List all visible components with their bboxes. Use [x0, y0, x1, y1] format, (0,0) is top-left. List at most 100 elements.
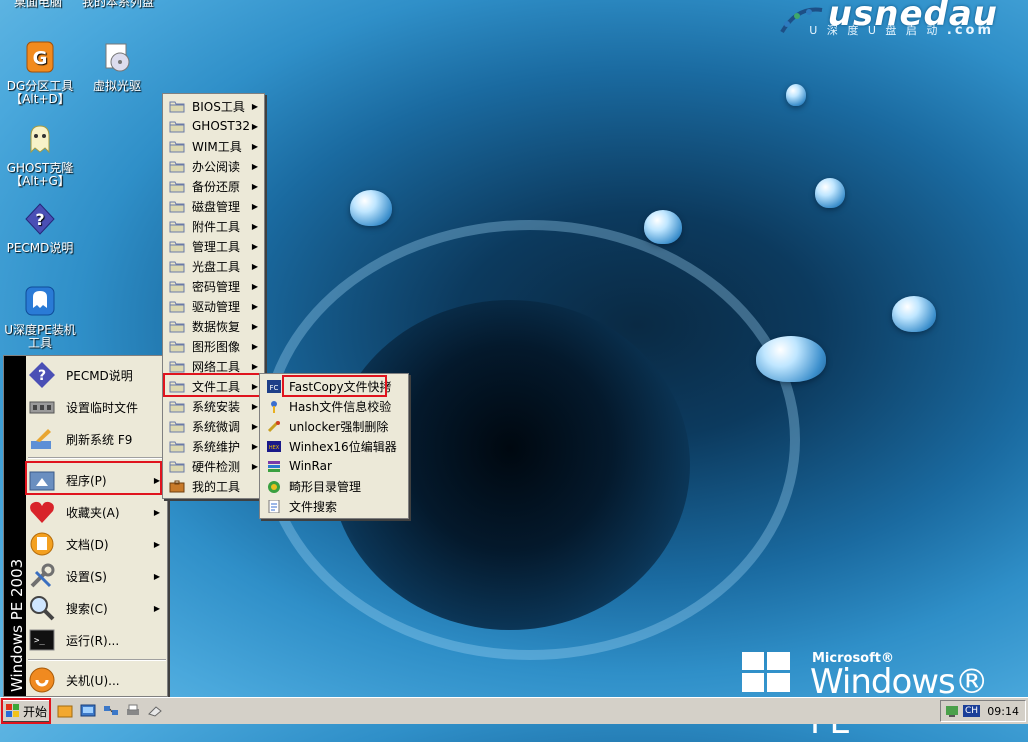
start-item-search[interactable]: 搜索(C) ▶ [28, 592, 166, 624]
start-item-temp-files[interactable]: 设置临时文件 [28, 391, 166, 423]
folder-icon [169, 341, 185, 352]
submenu-arrow-icon: ▶ [251, 381, 258, 391]
quick-launch-desktop-icon[interactable] [80, 703, 96, 718]
water-drop [786, 84, 806, 106]
desktop-icon-ghost[interactable]: GHOST克隆 【Alt+G】 [0, 122, 80, 188]
help-icon: ? [29, 362, 55, 388]
svg-text:G: G [33, 48, 48, 69]
quick-launch-eraser-icon[interactable] [147, 703, 163, 718]
hash-key-icon [271, 400, 277, 413]
submenu-arrow-icon: ▶ [251, 201, 258, 211]
submenu-arrow-icon: ▶ [251, 441, 258, 451]
programs-item[interactable]: 数据恢复 ▶ [165, 316, 262, 336]
cd-drive-icon [105, 43, 130, 72]
submenu-arrow-icon: ▶ [153, 507, 160, 517]
programs-item[interactable]: 驱动管理 ▶ [165, 296, 262, 316]
programs-item[interactable]: GHOST32 ▶ [165, 116, 262, 136]
svg-text:?: ? [35, 210, 44, 229]
desktop-icon-pecmd-help[interactable]: ? PECMD说明 [0, 202, 80, 255]
programs-item[interactable]: 附件工具 ▶ [165, 216, 262, 236]
tray-network-icon[interactable] [944, 703, 960, 719]
programs-item[interactable]: 办公阅读 ▶ [165, 156, 262, 176]
submenu-arrow-icon: ▶ [251, 121, 258, 131]
start-item-settings[interactable]: 设置(S) ▶ [28, 560, 166, 592]
directory-manager-icon [268, 480, 280, 493]
folder-icon [169, 201, 185, 212]
help-icon: ? [25, 203, 55, 235]
submenu-arrow-icon: ▶ [251, 301, 258, 311]
water-drop [756, 336, 826, 382]
programs-item[interactable]: WIM工具 ▶ [165, 136, 262, 156]
desktop-icon-dg-partition[interactable]: G DG分区工具 【Alt+D】 [0, 40, 80, 106]
programs-submenu: BIOS工具 ▶ GHOST32 ▶ WIM工具 ▶ 办公阅读 ▶ 备份还原 ▶ 磁盘管理 ▶ 附件工具… [162, 93, 265, 499]
start-item-pecmd-help[interactable]: ? PECMD说明 [28, 359, 166, 391]
winrar-icon [268, 460, 280, 472]
separator [28, 659, 166, 661]
programs-item[interactable]: BIOS工具 ▶ [165, 96, 262, 116]
taskbar-clock: 09:14 [987, 705, 1019, 718]
svg-text:HEX: HEX [269, 445, 280, 451]
toolbox-icon [169, 480, 185, 492]
quick-launch-folder-icon[interactable] [57, 703, 73, 718]
programs-item[interactable]: 系统维护 ▶ [165, 436, 262, 456]
folder-icon [169, 101, 185, 112]
desktop-icon-virtual-drive[interactable]: 虚拟光驱 [77, 40, 157, 93]
start-item-favorites[interactable]: 收藏夹(A) ▶ [28, 496, 166, 528]
water-drop [815, 178, 845, 208]
search-icon [30, 596, 55, 621]
programs-item[interactable]: 管理工具 ▶ [165, 236, 262, 256]
submenu-arrow-icon: ▶ [251, 221, 258, 231]
unlocker-icon [267, 420, 280, 432]
programs-item[interactable]: 系统微调 ▶ [165, 416, 262, 436]
file-tools-item[interactable]: unlocker强制删除 [262, 416, 406, 436]
programs-item[interactable]: 我的工具 [165, 476, 262, 496]
start-item-shutdown[interactable]: 关机(U)... [28, 664, 166, 696]
start-item-run[interactable]: >_ 运行(R)... [28, 624, 166, 656]
start-button[interactable]: 开始 [2, 700, 50, 722]
svg-text:?: ? [38, 368, 46, 384]
start-item-programs[interactable]: 程序(P) ▶ [28, 464, 166, 496]
programs-item[interactable]: 光盘工具 ▶ [165, 256, 262, 276]
submenu-arrow-icon: ▶ [153, 539, 160, 549]
submenu-arrow-icon: ▶ [251, 461, 258, 471]
programs-item[interactable]: 硬件检测 ▶ [165, 456, 262, 476]
start-item-documents[interactable]: 文档(D) ▶ [28, 528, 166, 560]
quick-launch-network-icon[interactable] [103, 703, 119, 718]
logo-subtitle: U 深 度 U 盘 启 动 .com [809, 23, 994, 38]
start-menu: Windows PE 2003 ? PECMD说明 设置临时文件 刷新系统 F9… [3, 355, 168, 697]
file-tools-item[interactable]: WinRar [262, 456, 406, 476]
file-tools-item[interactable]: 畸形目录管理 [262, 476, 406, 496]
file-tools-item[interactable]: Hash文件信息校验 [262, 396, 406, 416]
svg-text:FC: FC [270, 384, 279, 392]
file-tools-item[interactable]: FC FastCopy文件快拷 [262, 376, 406, 396]
start-item-refresh-system[interactable]: 刷新系统 F9 [28, 423, 166, 455]
programs-item[interactable]: 网络工具 ▶ [165, 356, 262, 376]
water-drop [350, 190, 392, 226]
file-tools-item[interactable]: 文件搜索 [262, 496, 406, 516]
programs-item[interactable]: 系统安装 ▶ [165, 396, 262, 416]
file-tools-submenu: FC FastCopy文件快拷 Hash文件信息校验 unlocker强制删除 HEX W… [259, 373, 409, 519]
desktop-label-cut: 我的本系列盘 [82, 0, 155, 9]
svg-text:>_: >_ [34, 636, 45, 646]
taskbar: 开始 CH 09:14 [0, 697, 1028, 724]
programs-item[interactable]: 图形图像 ▶ [165, 336, 262, 356]
winhex-icon: HEX [267, 440, 281, 452]
programs-item[interactable]: 文件工具 ▶ [165, 376, 262, 396]
submenu-arrow-icon: ▶ [153, 603, 160, 613]
submenu-arrow-icon: ▶ [251, 421, 258, 431]
desktop-icon-udeep-pe-installer[interactable]: U深度PE装机 工具 [0, 284, 80, 350]
refresh-brush-icon [31, 429, 51, 449]
fastcopy-icon: FC [267, 379, 281, 393]
folder-icon [169, 421, 185, 432]
submenu-arrow-icon: ▶ [251, 321, 258, 331]
file-tools-item[interactable]: HEX Winhex16位编辑器 [262, 436, 406, 456]
folder-icon [169, 301, 185, 312]
start-label: 开始 [23, 704, 48, 719]
submenu-arrow-icon: ▶ [251, 261, 258, 271]
programs-item[interactable]: 磁盘管理 ▶ [165, 196, 262, 216]
programs-item[interactable]: 密码管理 ▶ [165, 276, 262, 296]
quick-launch-printer-icon[interactable] [125, 703, 141, 718]
programs-item[interactable]: 备份还原 ▶ [165, 176, 262, 196]
system-tray: CH 09:14 [940, 700, 1026, 722]
tray-language-indicator[interactable]: CH [963, 705, 981, 717]
